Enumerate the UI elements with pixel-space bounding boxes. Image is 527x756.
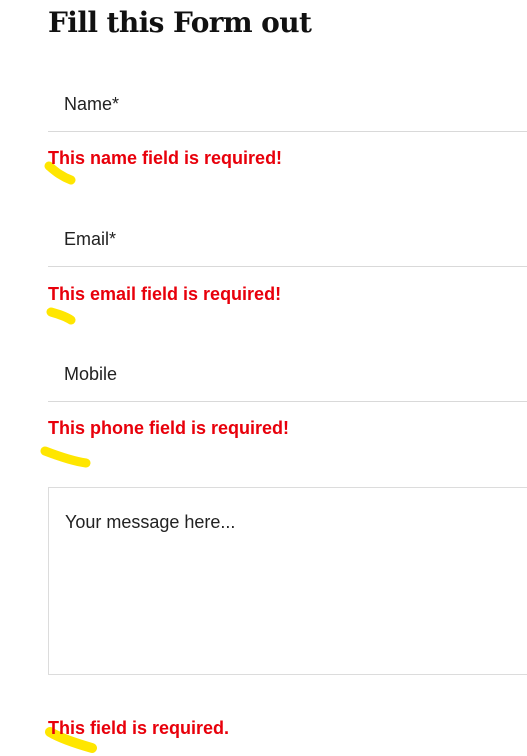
name-input[interactable] [48,78,527,132]
email-error-message: This email field is required! [48,284,282,304]
phone-error-message: This phone field is required! [48,418,290,438]
name-error-message: This name field is required! [48,148,283,168]
message-textarea[interactable] [48,487,527,675]
highlighter-mark [46,307,76,325]
page-title: Fill this Form out [48,6,312,39]
highlighter-mark [40,446,91,468]
message-error-message: This field is required. [48,718,230,738]
email-input[interactable] [48,213,527,267]
mobile-input[interactable] [48,348,527,402]
